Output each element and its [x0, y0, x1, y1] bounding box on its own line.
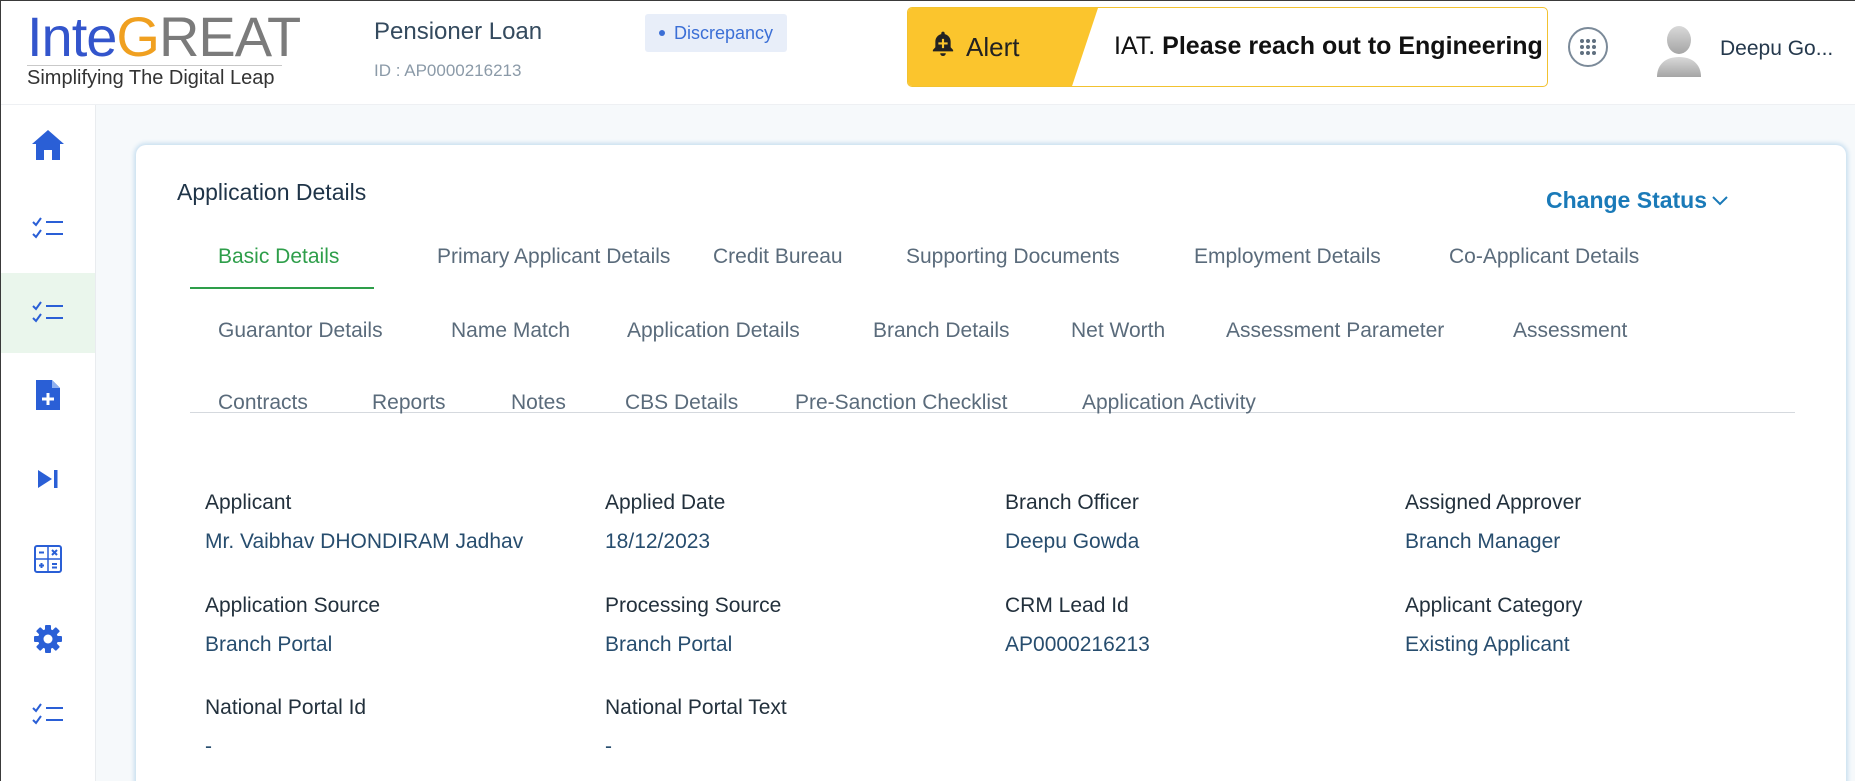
logo-part-reat: REAT	[158, 5, 301, 68]
user-name[interactable]: Deepu Go...	[1720, 37, 1833, 61]
application-details-card: Application Details Change Status Basic …	[136, 145, 1846, 781]
field-application-source: Application Source Branch Portal	[205, 594, 380, 657]
logo-part-inte: Inte	[27, 5, 117, 68]
top-header: InteGREAT Simplifying The Digital Leap P…	[1, 1, 1855, 105]
field-value: Existing Applicant	[1405, 633, 1570, 656]
checklist-icon	[32, 217, 63, 239]
logo-wordmark: InteGREAT	[27, 5, 301, 68]
field-value: Branch Portal	[605, 633, 733, 656]
alert-message: IAT. Please reach out to Engineering Te	[1114, 32, 1548, 61]
alert-banner[interactable]: Alert IAT. Please reach out to Engineeri…	[907, 7, 1548, 87]
bell-icon	[932, 31, 954, 57]
field-label: Branch Officer	[1005, 491, 1139, 514]
field-processing-source: Processing Source Branch Portal	[605, 594, 781, 657]
field-label: National Portal Id	[205, 696, 367, 719]
field-national-portal-id: National Portal Id -	[205, 696, 366, 759]
tab-application-details[interactable]: Application Details	[627, 319, 800, 343]
sidebar-item-next[interactable]	[1, 439, 95, 519]
sidebar-item-settings[interactable]	[1, 599, 95, 679]
sidebar-item-checklist[interactable]	[1, 675, 95, 755]
tab-notes[interactable]: Notes	[511, 391, 566, 415]
field-applicant-category: Applicant Category Existing Applicant	[1405, 594, 1582, 657]
sidebar-item-home[interactable]	[1, 105, 95, 185]
logo-tagline: Simplifying The Digital Leap	[27, 67, 275, 89]
field-applicant: Applicant Mr. Vaibhav DHONDIRAM Jadhav	[205, 491, 523, 554]
tab-application-activity[interactable]: Application Activity	[1082, 391, 1256, 415]
field-crm-lead-id: CRM Lead Id AP0000216213	[1005, 594, 1150, 657]
product-info: Pensioner Loan ID : AP0000216213	[374, 17, 542, 81]
alert-message-prefix: IAT.	[1114, 32, 1156, 60]
tab-contracts[interactable]: Contracts	[218, 391, 308, 415]
tab-cbs-details[interactable]: CBS Details	[625, 391, 738, 415]
product-name: Pensioner Loan	[374, 18, 543, 45]
field-label: Applied Date	[605, 491, 726, 514]
field-label: Assigned Approver	[1405, 491, 1582, 514]
field-value: Branch Portal	[205, 633, 333, 656]
gear-icon	[34, 625, 62, 653]
logo-part-g: G	[116, 5, 160, 68]
card-title: Application Details	[177, 179, 367, 205]
tab-net-worth[interactable]: Net Worth	[1071, 319, 1165, 343]
alert-label: Alert	[966, 32, 1020, 62]
tab-co-applicant-details[interactable]: Co-Applicant Details	[1449, 245, 1639, 269]
field-value: Branch Manager	[1405, 530, 1561, 553]
field-value: AP0000216213	[1005, 633, 1150, 656]
tab-credit-bureau[interactable]: Credit Bureau	[713, 245, 843, 269]
avatar[interactable]	[1655, 23, 1703, 77]
sidebar	[1, 105, 96, 781]
tab-supporting-documents[interactable]: Supporting Documents	[906, 245, 1120, 269]
alert-message-main: Please reach out to Engineering Te	[1155, 32, 1548, 60]
sidebar-item-calculator[interactable]	[1, 519, 95, 599]
sidebar-item-applications[interactable]	[1, 273, 95, 353]
field-value: Mr. Vaibhav DHONDIRAM Jadhav	[205, 530, 524, 553]
sidebar-item-new-application[interactable]	[1, 355, 95, 435]
brand-logo[interactable]: InteGREAT Simplifying The Digital Leap	[27, 5, 301, 89]
tab-reports[interactable]: Reports	[372, 391, 446, 415]
chevron-down-icon	[1712, 196, 1728, 206]
change-status-label: Change Status	[1546, 187, 1708, 213]
field-label: Applicant Category	[1405, 594, 1583, 617]
tab-name-match[interactable]: Name Match	[451, 319, 570, 343]
home-icon	[32, 130, 64, 160]
field-assigned-approver: Assigned Approver Branch Manager	[1405, 491, 1581, 554]
tab-assessment-parameter[interactable]: Assessment Parameter	[1226, 319, 1444, 343]
field-applied-date: Applied Date 18/12/2023	[605, 491, 725, 554]
field-national-portal-text: National Portal Text -	[605, 696, 787, 759]
skip-next-icon	[38, 470, 58, 488]
tab-basic-details[interactable]: Basic Details	[218, 245, 339, 269]
tab-guarantor-details[interactable]: Guarantor Details	[218, 319, 383, 343]
field-value: -	[205, 735, 212, 758]
status-badge: Discrepancy	[645, 14, 788, 52]
field-label: Processing Source	[605, 594, 782, 617]
tab-branch-details[interactable]: Branch Details	[873, 319, 1010, 343]
tab-primary-applicant-details[interactable]: Primary Applicant Details	[437, 245, 670, 269]
add-document-icon	[36, 380, 60, 410]
application-id: ID : AP0000216213	[374, 61, 522, 80]
field-value: Deepu Gowda	[1005, 530, 1140, 553]
active-tab-indicator	[190, 287, 374, 289]
change-status-button[interactable]: Change Status	[1546, 187, 1729, 214]
calculator-icon	[34, 545, 62, 573]
checklist-icon	[32, 301, 63, 323]
checklist-icon	[32, 703, 63, 725]
logo-divider	[27, 65, 282, 66]
tab-assessment[interactable]: Assessment	[1513, 319, 1627, 343]
sidebar-item-tasks[interactable]	[1, 189, 95, 269]
tab-employment-details[interactable]: Employment Details	[1194, 245, 1381, 269]
app-grid-icon[interactable]	[1568, 27, 1608, 67]
tab-bar: Basic Details Primary Applicant Details …	[190, 231, 1795, 415]
field-label: Application Source	[205, 594, 381, 617]
field-value: -	[605, 735, 612, 758]
field-label: National Portal Text	[605, 696, 787, 719]
tab-pre-sanction-checklist[interactable]: Pre-Sanction Checklist	[795, 391, 1007, 415]
field-value: 18/12/2023	[605, 530, 711, 553]
field-label: CRM Lead Id	[1005, 594, 1129, 617]
field-branch-officer: Branch Officer Deepu Gowda	[1005, 491, 1139, 554]
field-label: Applicant	[205, 491, 292, 514]
